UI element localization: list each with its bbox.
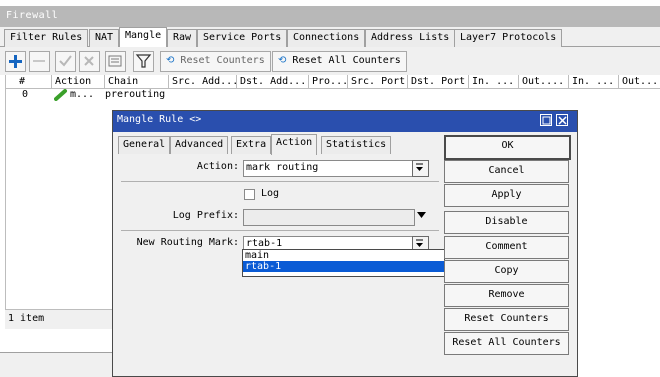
funnel-icon bbox=[135, 54, 152, 68]
item-count: 1 item bbox=[8, 313, 45, 324]
tab-connections[interactable]: Connections bbox=[287, 29, 366, 48]
reset-counters-button[interactable]: ⟲ Reset Counters bbox=[160, 51, 271, 72]
mangle-action-icon bbox=[54, 89, 68, 104]
action-select[interactable]: mark routing bbox=[243, 160, 415, 177]
bottom-panel bbox=[0, 352, 112, 377]
action-dropdown-button[interactable] bbox=[412, 160, 429, 177]
table-header: # Action Chain Src. Add... Dst. Add... P… bbox=[5, 75, 660, 89]
cross-icon bbox=[84, 56, 94, 66]
dropdown-arrow-icon bbox=[416, 163, 423, 171]
row-number: 0 bbox=[22, 89, 29, 100]
separator bbox=[121, 230, 439, 231]
tab-address-lists[interactable]: Address Lists bbox=[365, 29, 456, 48]
status-bar: 1 item bbox=[5, 309, 113, 329]
plus-icon bbox=[9, 55, 22, 68]
col-dst-port[interactable]: Dst. Port bbox=[407, 75, 472, 89]
table-row[interactable]: 0 m... prerouting bbox=[6, 89, 656, 101]
log-prefix-input[interactable] bbox=[243, 209, 415, 226]
minus-icon bbox=[33, 60, 45, 62]
col-src-port[interactable]: Src. Port bbox=[347, 75, 411, 89]
comment-button[interactable]: Comment bbox=[444, 236, 569, 259]
col-in-interface[interactable]: In. ... bbox=[468, 75, 522, 89]
maximize-icon bbox=[542, 116, 551, 125]
add-button[interactable] bbox=[5, 51, 26, 72]
tab-advanced[interactable]: Advanced bbox=[170, 136, 229, 154]
col-action[interactable]: Action bbox=[51, 75, 108, 89]
tab-nat[interactable]: NAT bbox=[89, 29, 120, 48]
window-title: Firewall bbox=[0, 6, 660, 27]
filter-button[interactable] bbox=[133, 51, 154, 72]
check-icon bbox=[59, 55, 72, 67]
row-action: m... bbox=[70, 89, 95, 100]
tab-layer7-protocols[interactable]: Layer7 Protocols bbox=[454, 29, 563, 48]
log-checkbox[interactable] bbox=[244, 189, 255, 200]
tab-bar: Filter Rules NAT Mangle Raw Service Port… bbox=[0, 27, 660, 49]
enable-button[interactable] bbox=[55, 51, 76, 72]
tab-raw[interactable]: Raw bbox=[167, 29, 198, 48]
action-label: Action: bbox=[196, 161, 239, 172]
disable-button[interactable] bbox=[79, 51, 100, 72]
tab-filter-rules[interactable]: Filter Rules bbox=[4, 29, 89, 48]
close-icon bbox=[558, 116, 567, 125]
option-rtab-1[interactable]: rtab-1 bbox=[243, 261, 444, 272]
dialog-title: Mangle Rule <> bbox=[117, 114, 202, 125]
dialog-tabs: General Advanced Extra Action Statistics bbox=[113, 134, 438, 155]
tab-action[interactable]: Action bbox=[271, 134, 318, 155]
reset-counters-button[interactable]: Reset Counters bbox=[444, 308, 569, 331]
tab-extra[interactable]: Extra bbox=[231, 136, 272, 154]
copy-button[interactable]: Copy bbox=[444, 260, 569, 283]
remove-button[interactable]: Remove bbox=[444, 284, 569, 307]
tab-service-ports[interactable]: Service Ports bbox=[197, 29, 288, 48]
log-prefix-label: Log Prefix: bbox=[172, 210, 239, 221]
separator bbox=[121, 181, 439, 182]
remove-button[interactable] bbox=[29, 51, 50, 72]
dialog-title-bar: Mangle Rule <> bbox=[113, 111, 577, 132]
close-button[interactable] bbox=[556, 114, 568, 126]
col-src-address[interactable]: Src. Add... bbox=[168, 75, 240, 89]
col-out-interface-list[interactable]: Out.... bbox=[618, 75, 660, 89]
routing-mark-dropdown-list: main rtab-1 bbox=[242, 249, 445, 277]
log-label: Log bbox=[261, 188, 280, 199]
col-protocol[interactable]: Pro... bbox=[308, 75, 351, 89]
maximize-button[interactable] bbox=[540, 114, 552, 126]
tab-statistics[interactable]: Statistics bbox=[321, 136, 392, 154]
log-prefix-toggle[interactable] bbox=[415, 209, 428, 225]
reset-all-icon: ⟲ bbox=[278, 55, 287, 66]
ok-button[interactable]: OK bbox=[444, 135, 571, 160]
col-dst-address[interactable]: Dst. Add... bbox=[236, 75, 312, 89]
triangle-down-icon bbox=[417, 212, 426, 218]
reset-icon: ⟲ bbox=[166, 55, 175, 66]
comment-button[interactable] bbox=[105, 51, 126, 72]
option-main[interactable]: main bbox=[243, 250, 444, 261]
tab-general[interactable]: General bbox=[118, 136, 171, 154]
col-number[interactable]: # bbox=[5, 75, 35, 89]
cancel-button[interactable]: Cancel bbox=[444, 160, 569, 183]
mangle-rule-dialog: Mangle Rule <> General Advanced Extra Ac… bbox=[112, 110, 578, 377]
toolbar: ⟲ Reset Counters ⟲ Reset All Counters bbox=[0, 47, 660, 75]
apply-button[interactable]: Apply bbox=[444, 184, 569, 207]
col-in-interface-list[interactable]: In. ... bbox=[568, 75, 622, 89]
reset-all-counters-button[interactable]: Reset All Counters bbox=[444, 332, 569, 355]
routing-mark-label: New Routing Mark: bbox=[136, 237, 239, 248]
tab-mangle[interactable]: Mangle bbox=[119, 27, 168, 49]
row-chain: prerouting bbox=[105, 89, 166, 100]
disable-button[interactable]: Disable bbox=[444, 211, 569, 234]
col-out-interface[interactable]: Out.... bbox=[518, 75, 572, 89]
col-chain[interactable]: Chain bbox=[104, 75, 172, 89]
reset-all-counters-button[interactable]: ⟲ Reset All Counters bbox=[272, 51, 407, 72]
note-icon bbox=[108, 55, 122, 67]
